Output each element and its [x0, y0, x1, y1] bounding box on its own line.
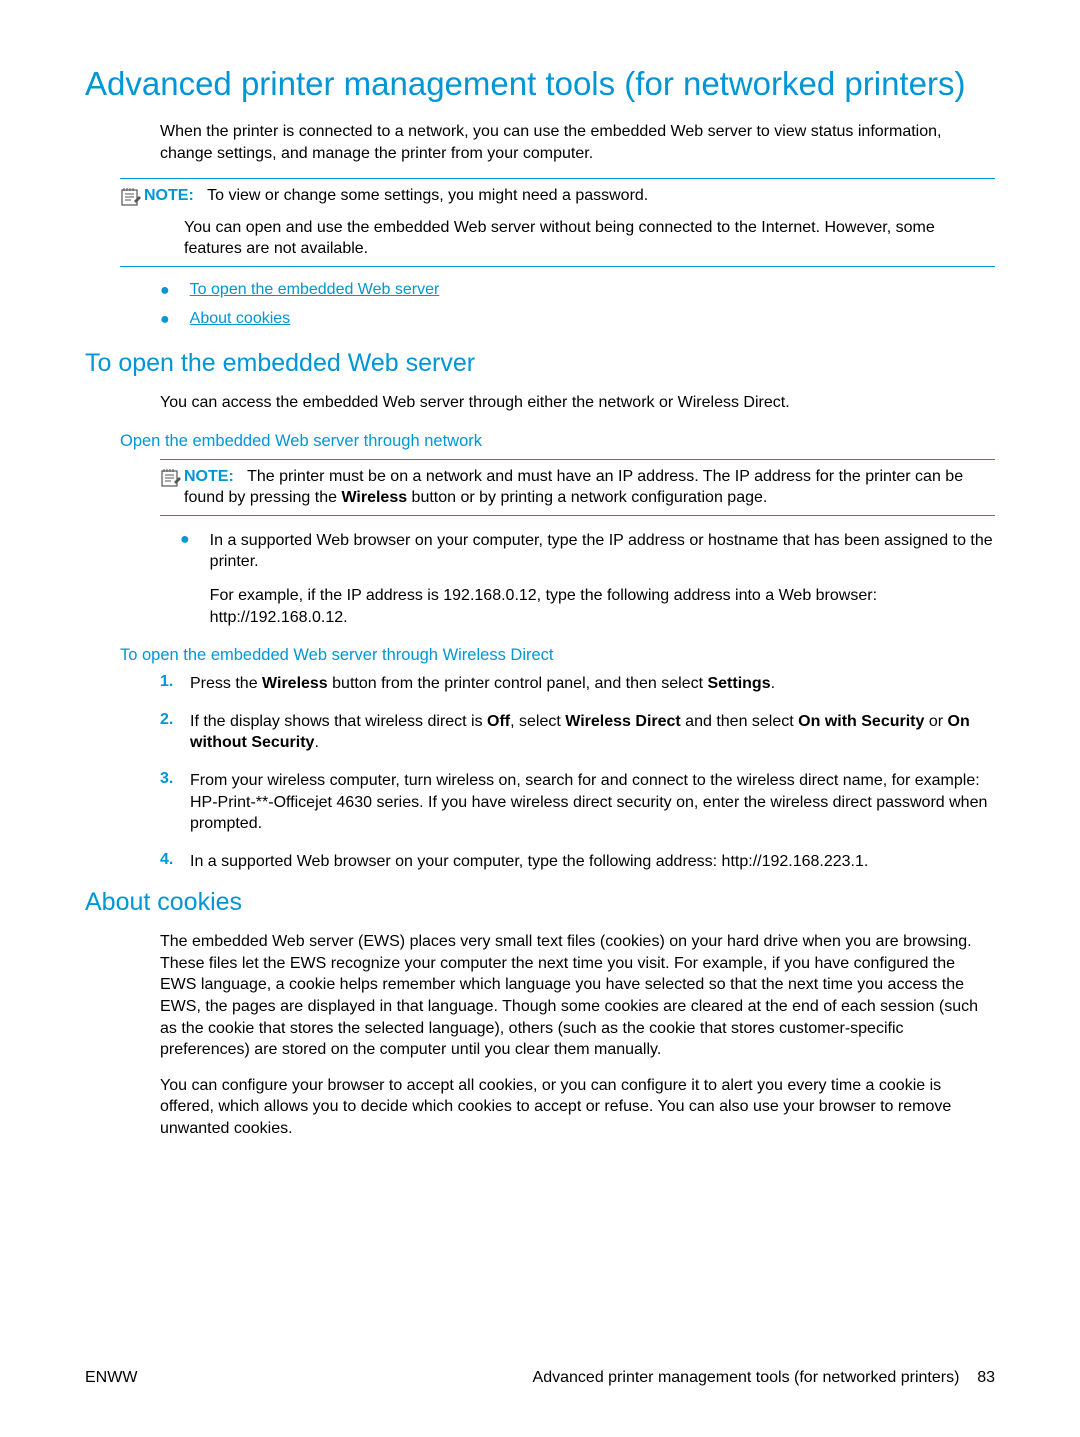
- note-icon: [160, 468, 184, 493]
- toc-link-ews[interactable]: To open the embedded Web server: [190, 281, 440, 299]
- bullet-icon: ●: [180, 531, 190, 549]
- note-text-2: You can open and use the embedded Web se…: [184, 217, 995, 260]
- bullet-list: ● In a supported Web browser on your com…: [180, 530, 995, 628]
- section-heading-ews: To open the embedded Web server: [85, 349, 995, 378]
- cookies-para-2: You can configure your browser to accept…: [160, 1075, 995, 1140]
- step-number: 4.: [160, 851, 190, 869]
- note-block-1: NOTE: To view or change some settings, y…: [120, 178, 995, 267]
- cookies-para-1: The embedded Web server (EWS) places ver…: [160, 931, 995, 1061]
- section1-intro: You can access the embedded Web server t…: [160, 392, 995, 414]
- step-3-text: From your wireless computer, turn wirele…: [190, 770, 995, 835]
- bullet-icon: ●: [160, 282, 170, 300]
- bullet-para-2: For example, if the IP address is 192.16…: [210, 585, 995, 628]
- bullet-para-1: In a supported Web browser on your compu…: [210, 530, 995, 573]
- page-footer: ENWW Advanced printer management tools (…: [85, 1369, 995, 1387]
- numbered-list: 1. Press the Wireless button from the pr…: [160, 673, 995, 872]
- page-title: Advanced printer management tools (for n…: [85, 65, 995, 103]
- section-heading-cookies: About cookies: [85, 888, 995, 917]
- step-4-text: In a supported Web browser on your compu…: [190, 851, 868, 873]
- toc-link-cookies[interactable]: About cookies: [190, 310, 291, 328]
- footer-left: ENWW: [85, 1369, 137, 1387]
- note-icon: [120, 187, 144, 212]
- note-text: button or by printing a network configur…: [407, 489, 767, 506]
- step-number: 2.: [160, 711, 190, 729]
- sub-heading-network: Open the embedded Web server through net…: [120, 432, 995, 451]
- step-number: 3.: [160, 770, 190, 788]
- note-label: NOTE:: [144, 187, 194, 204]
- footer-right: Advanced printer management tools (for n…: [533, 1369, 995, 1387]
- step-number: 1.: [160, 673, 190, 691]
- note-text-1: To view or change some settings, you mig…: [207, 187, 648, 204]
- bullet-icon: ●: [160, 311, 170, 329]
- sub-heading-wireless-direct: To open the embedded Web server through …: [120, 646, 995, 665]
- intro-paragraph: When the printer is connected to a netwo…: [160, 121, 995, 164]
- toc-list: ● To open the embedded Web server ● Abou…: [160, 281, 995, 329]
- note-label: NOTE:: [184, 468, 234, 485]
- note-text-bold: Wireless: [341, 489, 407, 506]
- note-block-2: NOTE: The printer must be on a network a…: [160, 459, 995, 516]
- step-2-text: If the display shows that wireless direc…: [190, 711, 995, 754]
- step-1-text: Press the Wireless button from the print…: [190, 673, 775, 695]
